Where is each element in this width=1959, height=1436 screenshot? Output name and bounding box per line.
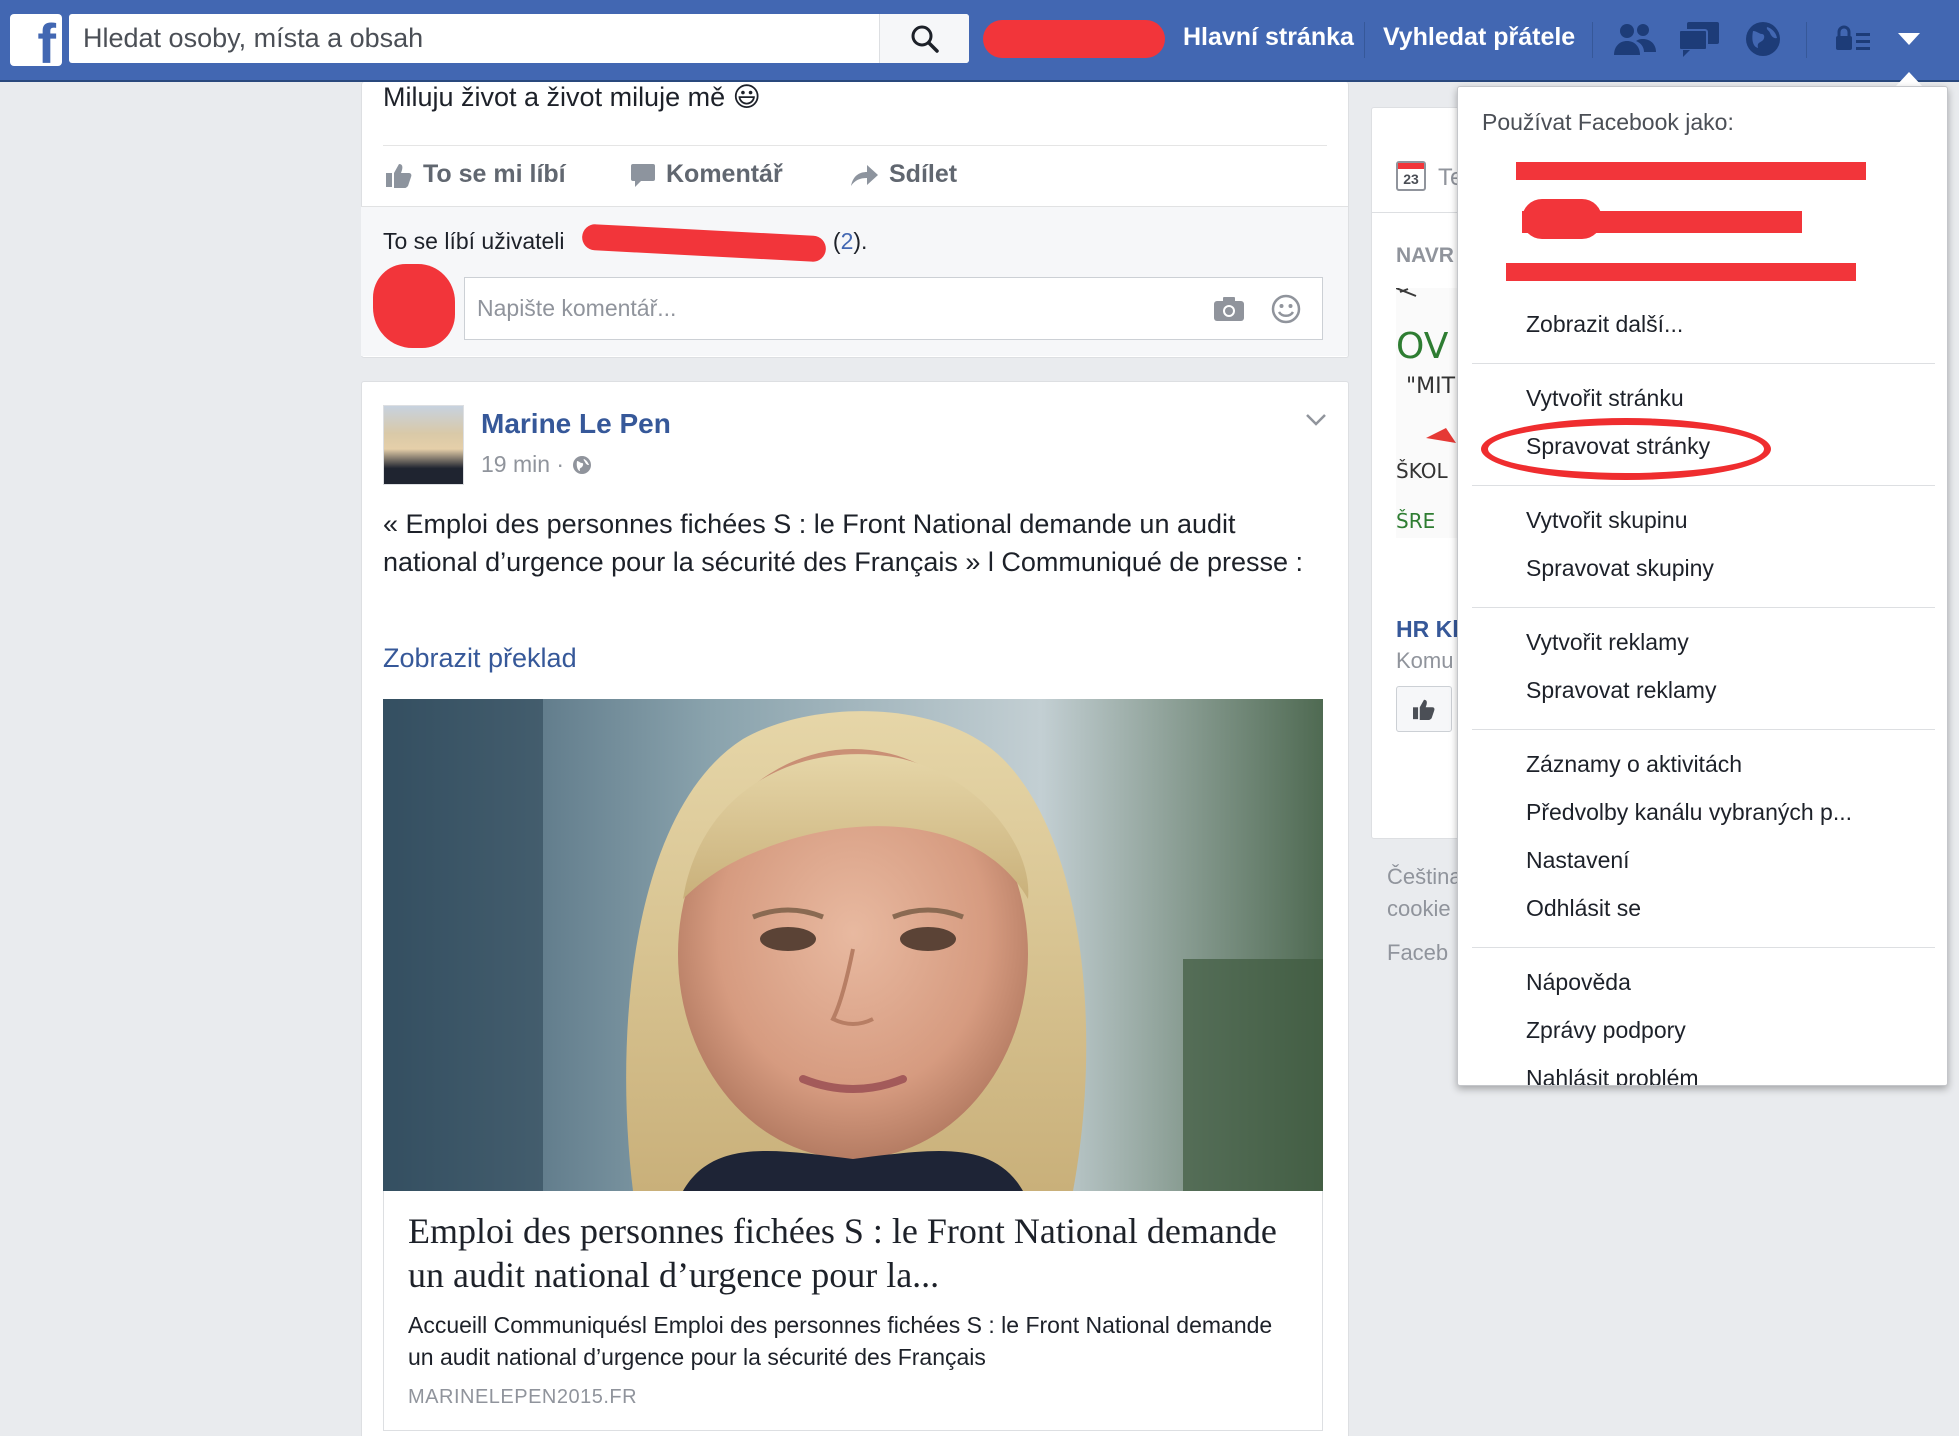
- svg-text:ŠRE: ŠRE: [1396, 509, 1435, 533]
- likes-count-close: ).: [853, 228, 868, 254]
- nav-separator: [1592, 22, 1593, 58]
- thumbs-up-icon: [1413, 699, 1435, 720]
- menu-news-feed-preferences[interactable]: Předvolby kanálu vybraných p...: [1526, 799, 1852, 826]
- portrait-photo: [383, 699, 1323, 1191]
- public-globe-icon: [573, 455, 592, 474]
- like-button[interactable]: To se mi líbí: [385, 160, 566, 189]
- account-menu-arrow-icon[interactable]: [1886, 18, 1932, 60]
- svg-text:ŠKOL: ŠKOL: [1396, 459, 1448, 483]
- calendar-icon: 23: [1396, 161, 1426, 191]
- redacted-page-3[interactable]: [1506, 263, 1856, 281]
- link-title: Emploi des personnes fichées S : le Fron…: [408, 1211, 1277, 1295]
- divider: [383, 145, 1327, 146]
- comment-icon: [631, 163, 655, 187]
- post-timestamp: 19 min ·: [481, 451, 592, 478]
- post-time-text[interactable]: 19 min ·: [481, 451, 564, 478]
- page-like-button[interactable]: [1396, 686, 1452, 732]
- use-facebook-as-header: Používat Facebook jako:: [1482, 109, 1734, 135]
- highlight-annotation-circle: [1481, 418, 1771, 480]
- show-translation-link[interactable]: Zobrazit překlad: [383, 643, 577, 674]
- calendar-day: 23: [1403, 171, 1419, 187]
- link-description: Accueill Communiquésl Emploi des personn…: [408, 1312, 1273, 1370]
- svg-text:"MIT: "MIT: [1406, 374, 1456, 399]
- menu-support-inbox[interactable]: Zprávy podpory: [1526, 1017, 1686, 1044]
- likes-count-open: (: [832, 228, 841, 254]
- search-icon: [911, 25, 939, 53]
- menu-separator: [1472, 607, 1935, 608]
- footer-language-link[interactable]: Čeština: [1387, 864, 1462, 890]
- search-box: [69, 14, 969, 63]
- share-button[interactable]: Sdílet: [849, 160, 957, 189]
- redacted-page-2[interactable]: [1522, 211, 1802, 233]
- nav-home-link[interactable]: Hlavní stránka: [1183, 0, 1354, 76]
- suggested-page-title[interactable]: HR Kl: [1396, 616, 1459, 643]
- nav-separator: [1806, 22, 1807, 58]
- author-avatar[interactable]: [383, 405, 464, 485]
- like-label: To se mi líbí: [423, 160, 566, 188]
- share-label: Sdílet: [889, 160, 958, 188]
- redacted-avatar: [373, 264, 455, 348]
- search-button[interactable]: [879, 14, 969, 63]
- suggested-section-label: NAVR: [1396, 244, 1454, 267]
- menu-create-page[interactable]: Vytvořit stránku: [1526, 385, 1684, 412]
- likes-prefix: To se líbí uživateli: [383, 228, 565, 254]
- privacy-lock-icon[interactable]: [1830, 18, 1876, 60]
- comment-button[interactable]: Komentář: [630, 160, 783, 189]
- post-status-text: Miluju život a život miluje mě 😃: [383, 82, 761, 112]
- menu-create-group[interactable]: Vytvořit skupinu: [1526, 507, 1688, 534]
- link-domain: MARINELEPEN2015.FR: [408, 1386, 638, 1408]
- dropdown-caret: [1895, 72, 1923, 87]
- show-more-pages-item[interactable]: Zobrazit další...: [1526, 311, 1683, 338]
- menu-separator: [1472, 363, 1935, 364]
- menu-help[interactable]: Nápověda: [1526, 969, 1631, 996]
- redacted-page-1[interactable]: [1516, 162, 1866, 180]
- likes-count-link[interactable]: 2: [841, 228, 854, 254]
- menu-activity-log[interactable]: Záznamy o aktivitách: [1526, 751, 1742, 778]
- comment-box: [464, 277, 1323, 340]
- menu-separator: [1472, 485, 1935, 486]
- menu-log-out[interactable]: Odhlásit se: [1526, 895, 1641, 922]
- menu-manage-groups[interactable]: Spravovat skupiny: [1526, 555, 1714, 582]
- post-body-text: « Emploi des personnes fichées S : le Fr…: [383, 509, 1304, 577]
- suggested-page-subtitle: Komu: [1396, 648, 1454, 673]
- top-navigation-bar: f Hlavní stránka Vyhledat přátele: [0, 0, 1959, 82]
- notifications-globe-icon[interactable]: [1740, 18, 1786, 60]
- footer-cookies-link[interactable]: cookie: [1387, 896, 1451, 922]
- link-preview-image[interactable]: [383, 699, 1323, 1191]
- messages-icon[interactable]: [1676, 18, 1722, 60]
- menu-settings[interactable]: Nastavení: [1526, 847, 1630, 874]
- link-preview-caption[interactable]: Emploi des personnes fichées S : le Fron…: [383, 1191, 1323, 1431]
- camera-icon[interactable]: [1213, 296, 1245, 322]
- svg-text:OV: OV: [1396, 326, 1449, 367]
- comment-label: Komentář: [666, 160, 783, 188]
- account-dropdown-menu: Používat Facebook jako: Zobrazit další..…: [1457, 86, 1948, 1086]
- menu-separator: [1472, 947, 1935, 948]
- menu-separator: [1472, 729, 1935, 730]
- emoji-icon[interactable]: [1271, 294, 1301, 324]
- comment-input[interactable]: [465, 278, 1165, 339]
- menu-report-problem[interactable]: Nahlásit problém: [1526, 1065, 1699, 1085]
- nav-find-friends-link[interactable]: Vyhledat přátele: [1383, 0, 1575, 76]
- post-options-chevron-icon[interactable]: [1304, 408, 1328, 432]
- menu-create-ads[interactable]: Vytvořit reklamy: [1526, 629, 1689, 656]
- facebook-logo-icon[interactable]: f: [10, 14, 62, 66]
- search-input[interactable]: [69, 14, 869, 63]
- menu-manage-ads[interactable]: Spravovat reklamy: [1526, 677, 1716, 704]
- nav-separator: [1364, 22, 1365, 58]
- friend-requests-icon[interactable]: [1612, 18, 1658, 60]
- footer-facebook-text: Faceb: [1387, 940, 1449, 965]
- thumbs-up-icon: [386, 163, 412, 188]
- author-name-link[interactable]: Marine Le Pen: [481, 408, 671, 440]
- redacted-profile-name: [983, 20, 1165, 58]
- share-arrow-icon: [851, 164, 878, 186]
